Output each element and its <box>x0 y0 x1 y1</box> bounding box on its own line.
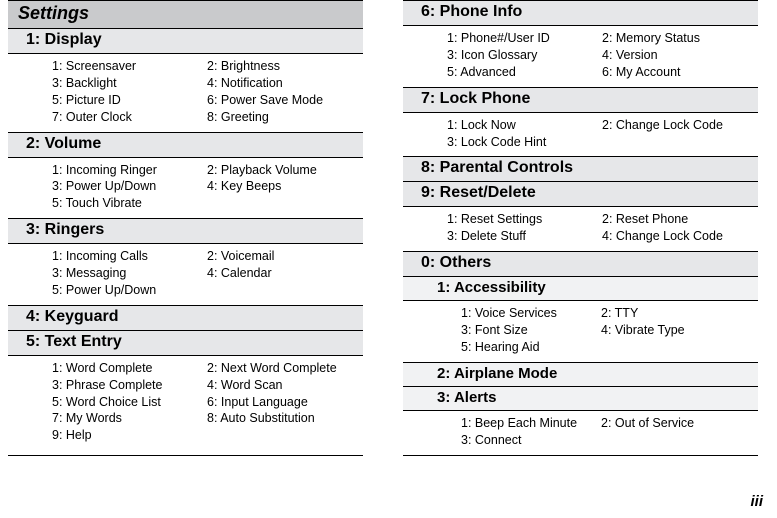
item: 1: Reset Settings <box>447 211 602 228</box>
item: 6: Power Save Mode <box>207 92 363 109</box>
section-text-entry: 5: Text Entry <box>8 331 363 356</box>
right-column: 6: Phone Info 1: Phone#/User ID 2: Memor… <box>403 0 758 456</box>
item: 3: Phrase Complete <box>52 377 207 394</box>
item: 4: Word Scan <box>207 377 363 394</box>
item: 5: Power Up/Down <box>52 282 207 299</box>
item: 3: Icon Glossary <box>447 47 602 64</box>
item: 6: Input Language <box>207 394 363 411</box>
section-volume: 2: Volume <box>8 133 363 158</box>
item: 2: TTY <box>601 305 758 322</box>
lock-phone-items: 1: Lock Now 2: Change Lock Code 3: Lock … <box>403 113 758 158</box>
item: 6: My Account <box>602 64 758 81</box>
item: 5: Hearing Aid <box>461 339 601 356</box>
item: 1: Incoming Calls <box>52 248 207 265</box>
item: 1: Voice Services <box>461 305 601 322</box>
item: 7: Outer Clock <box>52 109 207 126</box>
item: 8: Auto Substitution <box>207 410 363 427</box>
item: 2: Memory Status <box>602 30 758 47</box>
section-display: 1: Display <box>8 29 363 54</box>
item <box>601 339 758 356</box>
item: 2: Change Lock Code <box>602 117 758 134</box>
item: 5: Word Choice List <box>52 394 207 411</box>
section-ringers: 3: Ringers <box>8 219 363 244</box>
item <box>601 432 758 449</box>
item: 3: Delete Stuff <box>447 228 602 245</box>
item: 5: Picture ID <box>52 92 207 109</box>
item: 3: Connect <box>461 432 601 449</box>
item: 4: Key Beeps <box>207 178 363 195</box>
left-column: Settings 1: Display 1: Screensaver 2: Br… <box>8 0 363 456</box>
item <box>602 134 758 151</box>
item: 8: Greeting <box>207 109 363 126</box>
page-number: iii <box>750 493 763 510</box>
item: 5: Touch Vibrate <box>52 195 207 212</box>
item: 2: Brightness <box>207 58 363 75</box>
section-others: 0: Others <box>403 252 758 277</box>
item: 2: Reset Phone <box>602 211 758 228</box>
volume-items: 1: Incoming Ringer 2: Playback Volume 3:… <box>8 158 363 220</box>
item: 2: Out of Service <box>601 415 758 432</box>
phone-info-items: 1: Phone#/User ID 2: Memory Status 3: Ic… <box>403 26 758 88</box>
item: 5: Advanced <box>447 64 602 81</box>
sub-airplane-mode: 2: Airplane Mode <box>403 363 758 387</box>
item: 9: Help <box>52 427 207 444</box>
columns: Settings 1: Display 1: Screensaver 2: Br… <box>0 0 777 456</box>
item: 1: Lock Now <box>447 117 602 134</box>
item: 2: Voicemail <box>207 248 363 265</box>
item: 1: Incoming Ringer <box>52 162 207 179</box>
item: 4: Calendar <box>207 265 363 282</box>
item: 1: Word Complete <box>52 360 207 377</box>
item: 1: Beep Each Minute <box>461 415 601 432</box>
item: 7: My Words <box>52 410 207 427</box>
item: 1: Screensaver <box>52 58 207 75</box>
display-items: 1: Screensaver 2: Brightness 3: Backligh… <box>8 54 363 133</box>
item: 4: Notification <box>207 75 363 92</box>
item: 2: Playback Volume <box>207 162 363 179</box>
item: 2: Next Word Complete <box>207 360 363 377</box>
item <box>207 282 363 299</box>
item: 4: Vibrate Type <box>601 322 758 339</box>
alerts-items: 1: Beep Each Minute 2: Out of Service 3:… <box>403 411 758 455</box>
text-entry-items: 1: Word Complete 2: Next Word Complete 3… <box>8 356 363 450</box>
item: 1: Phone#/User ID <box>447 30 602 47</box>
item <box>207 427 363 444</box>
item: 3: Power Up/Down <box>52 178 207 195</box>
item: 3: Backlight <box>52 75 207 92</box>
section-keyguard: 4: Keyguard <box>8 306 363 331</box>
section-lock-phone: 7: Lock Phone <box>403 88 758 113</box>
item: 4: Change Lock Code <box>602 228 758 245</box>
item: 3: Font Size <box>461 322 601 339</box>
item: 4: Version <box>602 47 758 64</box>
sub-accessibility: 1: Accessibility <box>403 277 758 301</box>
sub-alerts: 3: Alerts <box>403 387 758 411</box>
reset-delete-items: 1: Reset Settings 2: Reset Phone 3: Dele… <box>403 207 758 252</box>
item <box>207 195 363 212</box>
section-phone-info: 6: Phone Info <box>403 1 758 26</box>
ringers-items: 1: Incoming Calls 2: Voicemail 3: Messag… <box>8 244 363 306</box>
section-reset-delete: 9: Reset/Delete <box>403 182 758 207</box>
accessibility-items: 1: Voice Services 2: TTY 3: Font Size 4:… <box>403 301 758 363</box>
item: 3: Messaging <box>52 265 207 282</box>
section-parental-controls: 8: Parental Controls <box>403 157 758 182</box>
settings-title: Settings <box>8 1 363 29</box>
item: 3: Lock Code Hint <box>447 134 602 151</box>
